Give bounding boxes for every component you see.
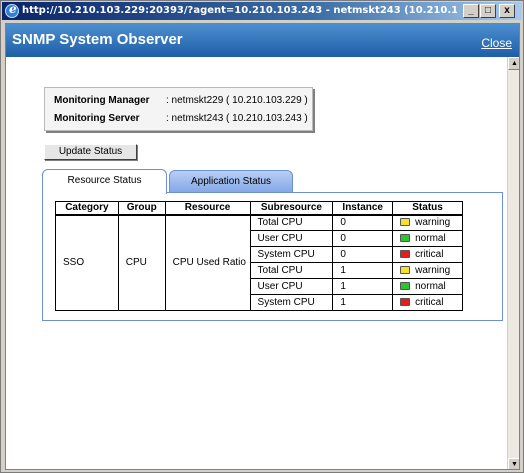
table-header-row: Category Group Resource Subresource Inst… <box>55 201 463 216</box>
instance-cell: 0 <box>332 230 394 247</box>
subresource-cell: Total CPU <box>249 262 334 279</box>
scroll-up-arrow-icon[interactable]: ▲ <box>508 57 519 70</box>
col-header-group: Group <box>117 201 166 216</box>
close-link[interactable]: Close <box>481 36 512 50</box>
status-cell: warning <box>392 214 463 231</box>
red-status-icon <box>400 250 411 258</box>
instance-cell: 1 <box>332 294 394 311</box>
manager-value: : netmskt229 ( 10.210.103.229 ) <box>166 95 308 106</box>
group-cell: CPU <box>117 214 166 311</box>
col-header-instance: Instance <box>332 201 394 216</box>
red-status-icon <box>400 298 411 306</box>
subresource-cell: System CPU <box>249 246 334 263</box>
server-label: Monitoring Server <box>54 113 140 124</box>
green-status-icon <box>400 282 411 290</box>
browser-window: http://10.210.103.229:20393/?agent=10.21… <box>0 0 524 473</box>
status-cell: critical <box>392 294 463 311</box>
col-header-category: Category <box>55 201 119 216</box>
resource-status-table: Category Group Resource Subresource Inst… <box>55 201 463 311</box>
yellow-status-icon <box>400 266 411 274</box>
maximize-button[interactable]: □ <box>480 4 496 18</box>
subresource-cell: System CPU <box>249 294 334 311</box>
resource-cell: CPU Used Ratio <box>164 214 251 311</box>
tab-resource-status[interactable]: Resource Status <box>42 169 167 194</box>
status-text: critical <box>415 249 444 260</box>
instance-cell: 0 <box>332 246 394 263</box>
status-cell: warning <box>392 262 463 279</box>
green-status-icon <box>400 234 411 242</box>
col-header-status: Status <box>392 201 463 216</box>
instance-cell: 0 <box>332 214 394 231</box>
status-text: warning <box>415 265 451 276</box>
server-row: Monitoring Server : netmskt243 ( 10.210.1… <box>54 113 308 127</box>
status-text: normal <box>415 233 446 244</box>
status-cell: critical <box>392 246 463 263</box>
update-status-button[interactable]: Update Status <box>44 144 137 160</box>
yellow-status-icon <box>400 218 411 227</box>
internet-explorer-icon <box>5 2 19 18</box>
window-title: http://10.210.103.229:20393/?agent=10.21… <box>22 5 457 16</box>
status-text: normal <box>415 281 446 292</box>
subresource-cell: Total CPU <box>249 214 334 231</box>
page-viewport: SNMP System Observer Close Monitoring Ma… <box>5 23 520 470</box>
col-header-subresource: Subresource <box>249 201 334 216</box>
app-header: SNMP System Observer Close <box>6 24 519 57</box>
instance-cell: 1 <box>332 262 394 279</box>
vertical-scrollbar[interactable]: ▲ ▼ <box>507 57 519 469</box>
category-cell: SSO <box>55 214 119 311</box>
server-value: : netmskt243 ( 10.210.103.243 ) <box>166 113 308 124</box>
monitoring-info-box: Monitoring Manager : netmskt229 ( 10.210.… <box>44 87 313 131</box>
subresource-cell: User CPU <box>249 278 334 295</box>
tab-application-status[interactable]: Application Status <box>169 170 293 192</box>
manager-row: Monitoring Manager : netmskt229 ( 10.210.… <box>54 95 308 109</box>
subresource-cell: User CPU <box>249 230 334 247</box>
manager-label: Monitoring Manager <box>54 95 150 106</box>
status-cell: normal <box>392 278 463 295</box>
col-header-resource: Resource <box>164 201 251 216</box>
window-title-bar[interactable]: http://10.210.103.229:20393/?agent=10.21… <box>2 2 522 20</box>
status-text: warning <box>415 217 451 229</box>
main-content: Monitoring Manager : netmskt229 ( 10.210.… <box>6 57 507 469</box>
minimize-button[interactable]: _ <box>463 4 479 18</box>
resource-status-panel: Category Group Resource Subresource Inst… <box>42 192 503 321</box>
window-close-button[interactable]: x <box>499 4 515 18</box>
status-text: critical <box>415 297 444 308</box>
table-row: SSO CPU CPU Used Ratio Total CPU 0 warni… <box>55 214 463 311</box>
scroll-down-arrow-icon[interactable]: ▼ <box>508 458 519 469</box>
instance-cell: 1 <box>332 278 394 295</box>
page-title: SNMP System Observer <box>12 31 183 48</box>
table-body: SSO CPU CPU Used Ratio Total CPU 0 warni… <box>55 214 463 311</box>
status-cell: normal <box>392 230 463 247</box>
